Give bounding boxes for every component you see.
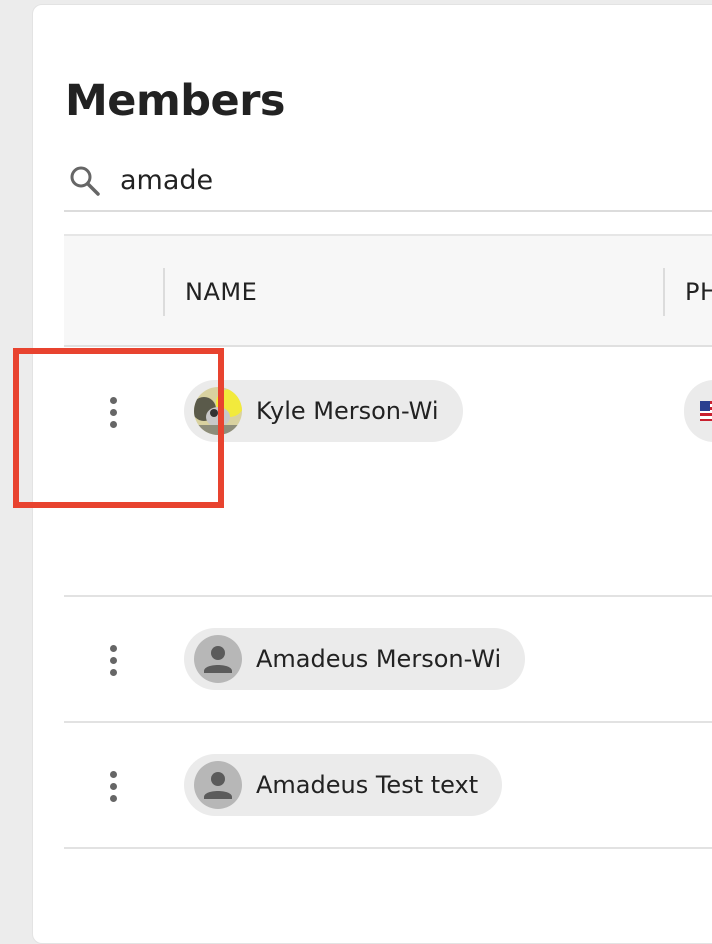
page-title: Members xyxy=(65,76,286,126)
phone-chip[interactable] xyxy=(684,380,712,442)
table-header: NAME PH xyxy=(64,234,712,347)
person-icon xyxy=(194,635,242,683)
row-menu-icon[interactable] xyxy=(104,395,124,435)
us-flag-icon xyxy=(700,401,712,421)
search-input[interactable] xyxy=(120,160,620,200)
table-row: Amadeus Merson-Wi xyxy=(64,597,712,723)
member-chip[interactable]: Amadeus Test text xyxy=(184,754,503,816)
member-name: Amadeus Test text xyxy=(256,771,479,799)
member-chip[interactable]: Kyle Merson-Wi xyxy=(184,380,463,442)
table-row: Amadeus Test text xyxy=(64,723,712,849)
avatar xyxy=(194,387,242,435)
member-name: Kyle Merson-Wi xyxy=(256,397,439,425)
column-divider[interactable] xyxy=(163,268,165,316)
member-chip[interactable]: Amadeus Merson-Wi xyxy=(184,628,526,690)
person-icon xyxy=(194,761,242,809)
column-header-phone[interactable]: PH xyxy=(685,278,712,306)
row-menu-icon[interactable] xyxy=(104,769,124,809)
column-divider[interactable] xyxy=(663,268,665,316)
search-bar xyxy=(64,152,712,212)
member-name: Amadeus Merson-Wi xyxy=(256,645,502,673)
row-menu-icon[interactable] xyxy=(104,643,124,683)
table-row: Kyle Merson-Wi xyxy=(64,347,712,597)
search-icon xyxy=(70,166,100,196)
column-header-name[interactable]: NAME xyxy=(185,278,257,306)
